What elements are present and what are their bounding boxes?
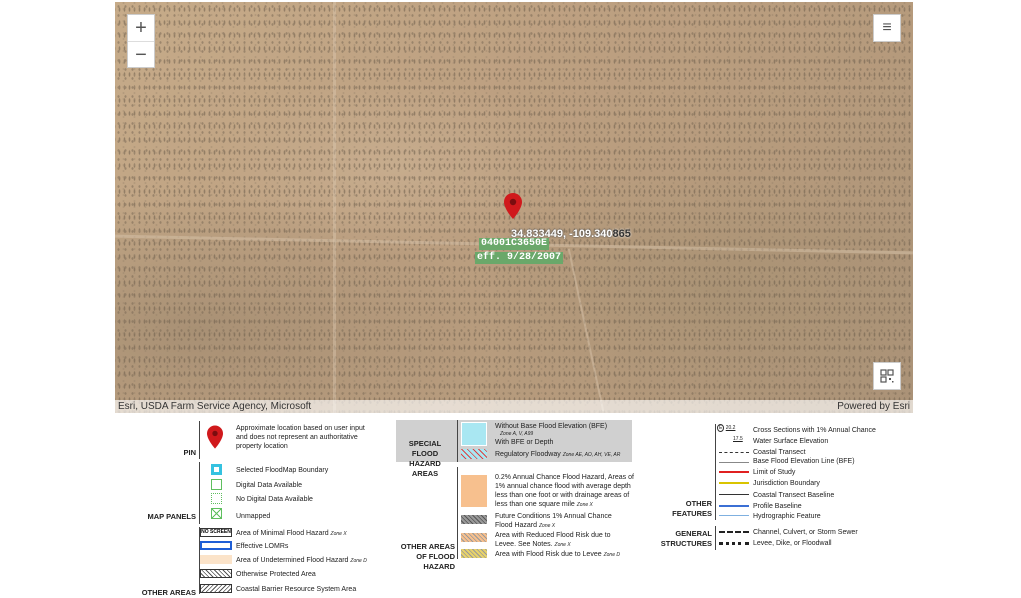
- jurisdiction-symbol: [719, 482, 749, 484]
- x-shaded-swatch: [461, 475, 487, 507]
- divider: [199, 462, 200, 524]
- oa-item: Otherwise Protected Area: [236, 571, 316, 578]
- attribution-source: Esri, USDA Farm Service Agency, Microsof…: [118, 401, 312, 412]
- mp-item: Selected FloodMap Boundary: [236, 467, 329, 474]
- attribution-bar: Esri, USDA Farm Service Agency, Microsof…: [115, 400, 913, 413]
- of-item: Water Surface Elevation: [753, 438, 829, 445]
- legend-other-features-category: OTHER FEATURES: [672, 499, 712, 518]
- floodway-swatch: [461, 449, 487, 459]
- levee-risk-swatch: [461, 549, 487, 558]
- divider: [715, 424, 716, 520]
- panel-number-label: 04001C3650E: [479, 238, 550, 250]
- zoom-in-button[interactable]: +: [128, 15, 154, 41]
- limit-of-study-symbol: [719, 471, 749, 473]
- location-pin-icon[interactable]: [504, 193, 522, 219]
- sfha-item: Regulatory Floodway Zone AE, AO, AH, VE,…: [495, 451, 621, 458]
- no-screen-swatch: NO SCREEN: [200, 528, 232, 537]
- divider: [457, 420, 458, 462]
- mp-item: Digital Data Available: [236, 482, 303, 489]
- levee-symbol: [719, 542, 749, 545]
- of-item: Base Flood Elevation Line (BFE): [753, 458, 855, 465]
- zoom-out-button[interactable]: −: [128, 41, 154, 68]
- of-item: Coastal Transect: [753, 449, 806, 456]
- gs-item: Levee, Dike, or Floodwall: [753, 540, 832, 547]
- protected-area-swatch: [200, 569, 232, 578]
- profile-baseline-symbol: [719, 505, 749, 507]
- digital-data-swatch: [211, 479, 222, 490]
- selected-boundary-swatch: [211, 464, 222, 475]
- legend-sfha-category: SPECIAL FLOOD HAZARD AREAS: [408, 439, 442, 478]
- legend-general-structures-category: GENERAL STRUCTURES: [660, 529, 712, 548]
- reduced-risk-swatch: [461, 533, 487, 542]
- divider: [199, 421, 200, 459]
- lomr-swatch: [200, 541, 232, 550]
- mp-item: Unmapped: [236, 513, 271, 520]
- of-item: Profile Baseline: [753, 503, 802, 510]
- of-item: Limit of Study: [753, 469, 796, 476]
- no-digital-data-swatch: [211, 493, 222, 504]
- of-num: 17.5: [733, 436, 743, 442]
- oafh-item: Future Conditions 1% Annual Chance Flood…: [495, 513, 612, 529]
- oafh-item: Area with Flood Risk due to Levee Zone D: [495, 551, 620, 558]
- legend-other-areas-flood-category: OTHER AREAS OF FLOOD HAZARD: [400, 542, 455, 571]
- future-conditions-swatch: [461, 515, 487, 524]
- qr-code-button[interactable]: [873, 362, 901, 390]
- mp-item: No Digital Data Available: [236, 496, 313, 503]
- zoom-controls: + −: [127, 14, 155, 68]
- of-item: Hydrographic Feature: [753, 513, 821, 520]
- sfha-swatch: [461, 422, 487, 446]
- hydrographic-symbol: [719, 515, 749, 516]
- pin-legend-text: Approximate location based on user input…: [236, 425, 365, 450]
- road-vertical: [333, 2, 336, 413]
- powered-by: Powered by Esri: [837, 401, 910, 412]
- panel-effective-date: eff. 9/28/2007: [475, 252, 564, 264]
- oafh-item: 0.2% Annual Chance Flood Hazard, Areas o…: [495, 474, 634, 508]
- oa-item: Area of Undetermined Flood Hazard Zone D: [236, 557, 367, 564]
- transect-baseline-symbol: [719, 494, 749, 495]
- menu-button[interactable]: ≡: [873, 14, 901, 42]
- bfe-line-symbol: [719, 462, 749, 463]
- menu-icon: ≡: [882, 19, 892, 36]
- pin-legend-icon: [207, 425, 223, 449]
- legend-map-panels-category: MAP PANELS: [147, 512, 196, 521]
- of-item: Jurisdiction Boundary: [753, 480, 820, 487]
- of-num: E 20.2: [717, 424, 736, 432]
- divider: [715, 526, 716, 550]
- oa-item: Coastal Barrier Resource System Area: [236, 586, 357, 593]
- map-view[interactable]: + − ≡ 34.833449, -109.340865 04001C3650E…: [115, 2, 913, 413]
- unmapped-swatch: [211, 508, 222, 519]
- sfha-item: With BFE or Depth: [495, 439, 554, 446]
- undetermined-swatch: [200, 555, 232, 564]
- coastal-transect-symbol: [719, 452, 749, 453]
- channel-symbol: [719, 531, 749, 533]
- cbrs-swatch: [200, 584, 232, 593]
- legend-pin-category: PIN: [183, 448, 196, 457]
- of-item: Coastal Transect Baseline: [753, 492, 835, 499]
- oa-item: Effective LOMRs: [236, 543, 289, 550]
- legend-other-areas-category: OTHER AREAS: [141, 588, 196, 597]
- divider: [457, 467, 458, 559]
- oa-item: Area of Minimal Flood Hazard Zone X: [236, 530, 347, 537]
- gs-item: Channel, Culvert, or Storm Sewer: [753, 529, 858, 536]
- of-item: Cross Sections with 1% Annual Chance: [753, 427, 876, 434]
- qr-code-icon: [880, 369, 894, 383]
- oafh-item: Area with Reduced Flood Risk due to Leve…: [495, 532, 611, 548]
